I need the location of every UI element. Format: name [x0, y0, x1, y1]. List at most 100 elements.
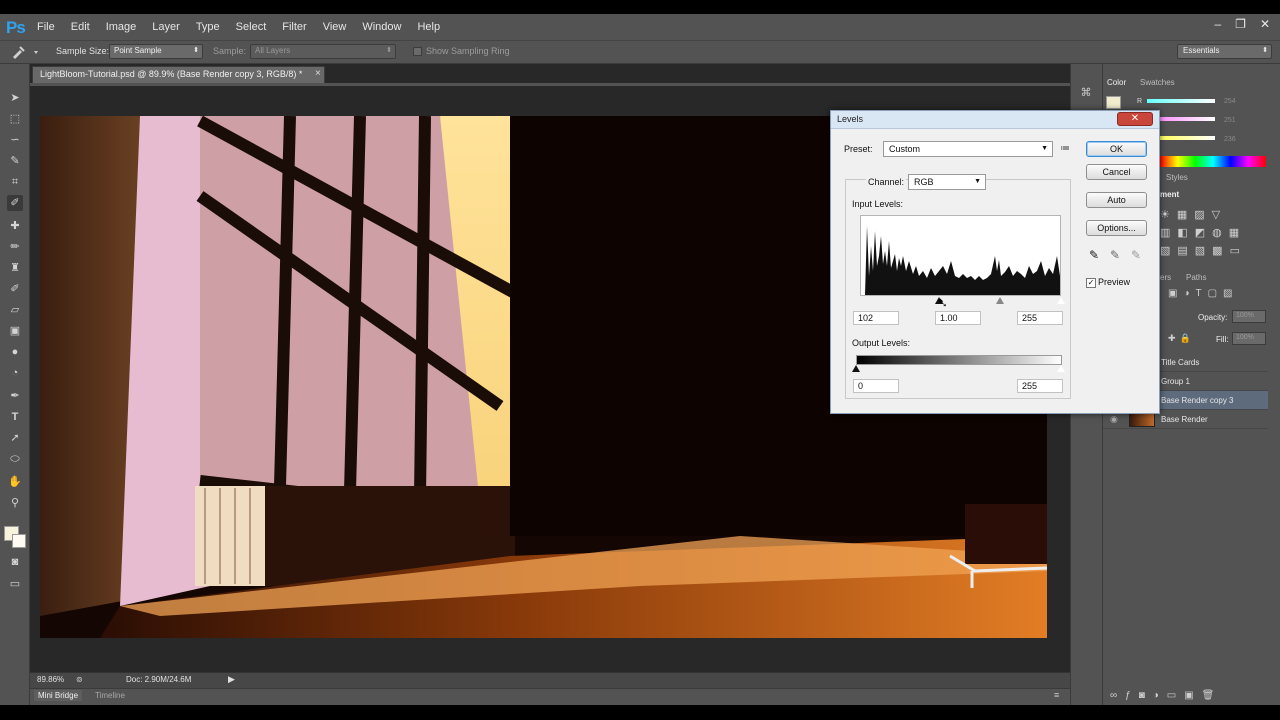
- zoom-level[interactable]: 89.86%: [37, 675, 64, 684]
- cancel-button[interactable]: Cancel: [1086, 164, 1147, 180]
- menu-type[interactable]: Type: [188, 21, 228, 33]
- adjustment-icons[interactable]: ☀▦▨▽ ▥◧◩◍▦ ▧▤▧▩▭: [1160, 206, 1260, 262]
- tab-color[interactable]: Color: [1107, 78, 1126, 87]
- menu-view[interactable]: View: [315, 21, 355, 33]
- gray-eyedropper-icon[interactable]: ✎: [1110, 248, 1120, 262]
- updown-icon: ⬍: [193, 47, 199, 54]
- fill-field[interactable]: 100%: [1232, 332, 1266, 345]
- channel-select[interactable]: RGB ▼: [908, 174, 986, 190]
- tab-timeline[interactable]: Timeline: [91, 690, 129, 701]
- options-button[interactable]: Options...: [1086, 220, 1147, 236]
- white-eyedropper-icon[interactable]: ✎: [1131, 248, 1141, 262]
- input-white-slider[interactable]: [1057, 297, 1065, 304]
- visibility-eye-icon[interactable]: ◉: [1110, 414, 1118, 425]
- ok-button[interactable]: OK: [1086, 141, 1147, 157]
- menu-window[interactable]: Window: [354, 21, 409, 33]
- tab-mini-bridge[interactable]: Mini Bridge: [34, 690, 83, 701]
- show-sampling-ring-checkbox[interactable]: [413, 47, 422, 56]
- shape-icon[interactable]: ⬭: [7, 451, 23, 467]
- layer-filter-icons[interactable]: ▣◑T▢▨: [1168, 288, 1268, 302]
- levels-dialog: Levels ✕ Preset: Custom ▼ ≔ Channel: RGB ▼…: [830, 110, 1160, 414]
- layer-action-icons[interactable]: ∞ƒ◙◑▭▣🗑: [1110, 690, 1270, 702]
- quick-select-icon[interactable]: ✎: [7, 153, 23, 169]
- auto-button[interactable]: Auto: [1086, 192, 1147, 208]
- menu-file[interactable]: File: [29, 21, 63, 33]
- close-icon[interactable]: ✕: [1260, 17, 1270, 31]
- menu-layer[interactable]: Layer: [144, 21, 188, 33]
- document-tab-close-icon[interactable]: ×: [315, 68, 321, 79]
- screen-mode-icon[interactable]: ▭: [7, 576, 23, 592]
- lasso-icon[interactable]: ∽: [7, 132, 23, 148]
- menu-help[interactable]: Help: [409, 21, 448, 33]
- restore-icon[interactable]: ❐: [1235, 17, 1246, 31]
- menu-image[interactable]: Image: [98, 21, 145, 33]
- channel-label: Channel:: [866, 177, 907, 187]
- tab-paths[interactable]: Paths: [1186, 273, 1206, 282]
- output-black-slider[interactable]: [852, 365, 860, 372]
- stamp-icon[interactable]: ♜: [7, 260, 23, 276]
- hand-icon[interactable]: ✋: [7, 474, 23, 490]
- preset-select[interactable]: Custom ▼: [883, 141, 1053, 157]
- menu-filter[interactable]: Filter: [274, 21, 314, 33]
- tab-styles[interactable]: Styles: [1166, 173, 1188, 182]
- input-gamma-slider[interactable]: [996, 297, 1004, 304]
- gradient-icon[interactable]: ▣: [7, 323, 23, 339]
- layer-name: Base Render: [1161, 415, 1208, 424]
- tab-swatches[interactable]: Swatches: [1140, 78, 1175, 87]
- red-value[interactable]: 254: [1224, 98, 1236, 105]
- red-slider[interactable]: [1147, 99, 1215, 103]
- lock-icons[interactable]: ✚🔒: [1168, 333, 1198, 345]
- zoom-icon[interactable]: ⚲: [7, 495, 23, 511]
- blur-icon[interactable]: ●: [7, 344, 23, 360]
- background-color-swatch[interactable]: [12, 534, 26, 548]
- status-menu-arrow-icon[interactable]: ▶: [228, 674, 235, 685]
- levels-dialog-titlebar[interactable]: Levels ✕: [831, 111, 1159, 129]
- preview-checkbox[interactable]: ✓: [1086, 278, 1096, 288]
- type-icon[interactable]: T: [7, 409, 23, 425]
- input-white-field[interactable]: 255: [1017, 311, 1063, 325]
- path-select-icon[interactable]: ➚: [7, 430, 23, 446]
- input-levels-label: Input Levels:: [852, 199, 904, 209]
- minimize-icon[interactable]: –: [1214, 17, 1221, 31]
- input-black-field[interactable]: 102: [853, 311, 899, 325]
- window-controls: – ❐ ✕: [1214, 17, 1270, 31]
- sample-label: Sample:: [213, 46, 247, 56]
- eraser-icon[interactable]: ▱: [7, 302, 23, 318]
- panel-menu-icon[interactable]: ≡: [1054, 690, 1059, 700]
- black-eyedropper-icon[interactable]: ✎: [1089, 248, 1099, 262]
- tab-layers[interactable]: ers: [1160, 273, 1171, 282]
- levels-close-button[interactable]: ✕: [1117, 112, 1153, 126]
- quick-mask-icon[interactable]: ◙: [7, 554, 23, 570]
- crop-icon[interactable]: ⌗: [7, 174, 23, 190]
- marquee-icon[interactable]: ⬚: [7, 111, 23, 127]
- sample-select[interactable]: All Layers ⬍: [250, 44, 396, 59]
- preset-options-icon[interactable]: ≔: [1060, 143, 1070, 154]
- menu-select[interactable]: Select: [228, 21, 275, 33]
- document-tab[interactable]: LightBloom-Tutorial.psd @ 89.9% (Base Re…: [32, 66, 325, 83]
- sample-size-select[interactable]: Point Sample ⬍: [109, 44, 203, 59]
- workspace-select[interactable]: Essentials ⬍: [1177, 44, 1272, 59]
- output-black-field[interactable]: 0: [853, 379, 899, 393]
- letterbox-top: [0, 0, 1280, 14]
- menu-edit[interactable]: Edit: [63, 21, 98, 33]
- brush-icon[interactable]: ✏: [7, 239, 23, 255]
- healing-brush-icon[interactable]: ✚: [7, 218, 23, 234]
- opacity-field[interactable]: 100%: [1232, 310, 1266, 323]
- output-white-slider[interactable]: [1057, 365, 1065, 372]
- workspace-value: Essentials: [1183, 46, 1220, 55]
- dodge-icon[interactable]: ◔: [7, 365, 23, 381]
- input-gamma-field[interactable]: 1.00: [935, 311, 981, 325]
- pen-icon[interactable]: ✒: [7, 388, 23, 404]
- history-panel-icon[interactable]: ⌘: [1078, 86, 1094, 102]
- move-icon[interactable]: ➤: [7, 90, 23, 106]
- green-value[interactable]: 251: [1224, 117, 1236, 124]
- eyedropper-preset-icon[interactable]: [10, 44, 44, 60]
- output-white-field[interactable]: 255: [1017, 379, 1063, 393]
- status-info-icon[interactable]: ⊚: [76, 675, 83, 684]
- color-foreground-swatch[interactable]: [1106, 96, 1121, 109]
- color-spectrum-ramp[interactable]: [1160, 156, 1266, 167]
- blue-value[interactable]: 236: [1224, 136, 1236, 143]
- updown-icon: ⬍: [386, 47, 392, 54]
- history-brush-icon[interactable]: ✐: [7, 281, 23, 297]
- eyedropper-icon[interactable]: ✐: [7, 195, 23, 211]
